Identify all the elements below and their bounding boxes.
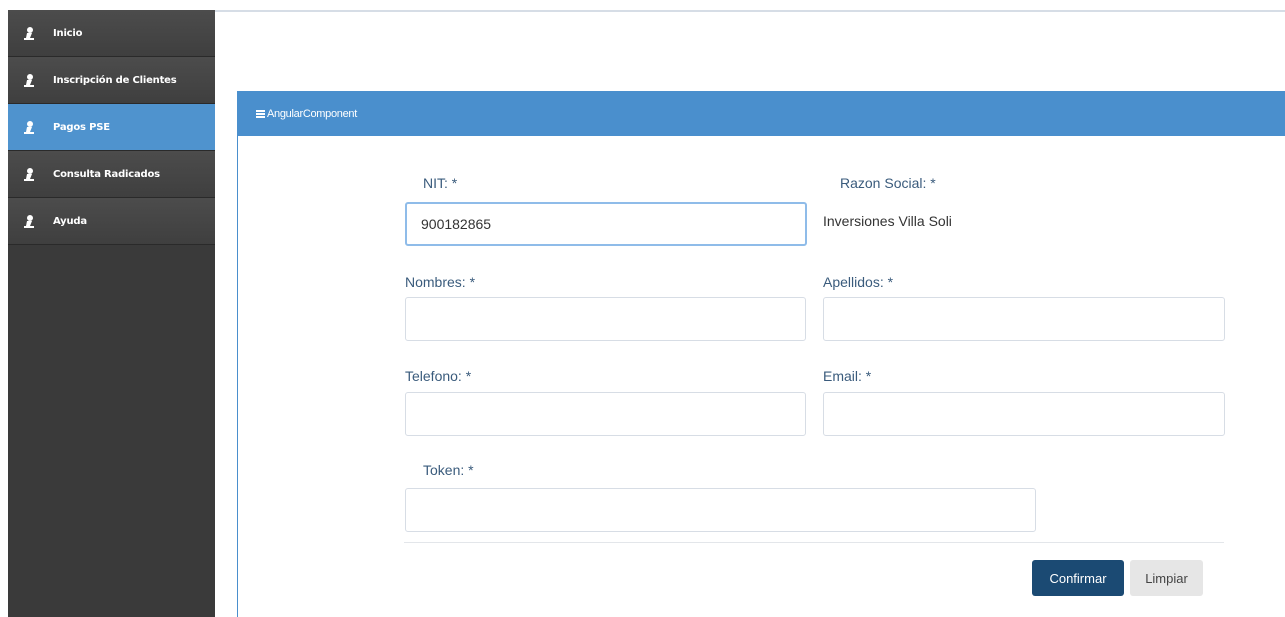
form-panel: AngularComponent NIT: * Razon Social: * … bbox=[237, 91, 1285, 617]
sidebar: Inicio Inscripción de Clientes Pagos PSE… bbox=[8, 10, 215, 617]
user-pin-icon bbox=[22, 166, 36, 182]
apellidos-input[interactable] bbox=[823, 297, 1225, 341]
email-input[interactable] bbox=[823, 392, 1225, 436]
sidebar-item-label: Ayuda bbox=[53, 215, 87, 227]
telefono-input[interactable] bbox=[405, 392, 806, 436]
nit-input[interactable] bbox=[405, 202, 807, 246]
user-pin-icon bbox=[22, 213, 36, 229]
sidebar-item-inicio[interactable]: Inicio bbox=[8, 10, 215, 57]
sidebar-item-pagos-pse[interactable]: Pagos PSE bbox=[8, 104, 215, 151]
sidebar-item-consulta-radicados[interactable]: Consulta Radicados bbox=[8, 151, 215, 198]
sidebar-item-label: Consulta Radicados bbox=[53, 168, 160, 180]
sidebar-item-inscripcion-clientes[interactable]: Inscripción de Clientes bbox=[8, 57, 215, 104]
nombres-label: Nombres: * bbox=[405, 274, 476, 290]
user-pin-icon bbox=[22, 119, 36, 135]
sidebar-item-label: Inscripción de Clientes bbox=[53, 74, 177, 86]
user-pin-icon bbox=[22, 25, 36, 41]
clear-button[interactable]: Limpiar bbox=[1130, 560, 1203, 596]
razon-social-value: Inversiones Villa Soli bbox=[823, 213, 952, 229]
menu-icon bbox=[256, 109, 265, 118]
sidebar-item-label: Pagos PSE bbox=[53, 121, 110, 133]
nit-label: NIT: * bbox=[423, 175, 458, 191]
top-border bbox=[215, 10, 1285, 12]
telefono-label: Telefono: * bbox=[405, 368, 472, 384]
apellidos-label: Apellidos: * bbox=[823, 274, 894, 290]
sidebar-item-label: Inicio bbox=[53, 27, 83, 39]
panel-header: AngularComponent bbox=[238, 91, 1285, 136]
nombres-input[interactable] bbox=[405, 297, 806, 341]
email-label: Email: * bbox=[823, 368, 872, 384]
sidebar-item-ayuda[interactable]: Ayuda bbox=[8, 198, 215, 245]
token-label: Token: * bbox=[423, 462, 474, 478]
token-input[interactable] bbox=[405, 488, 1036, 532]
razon-social-label: Razon Social: * bbox=[840, 175, 936, 191]
panel-title: AngularComponent bbox=[267, 107, 357, 120]
form-divider bbox=[404, 542, 1224, 543]
user-pin-icon bbox=[22, 72, 36, 88]
confirm-button[interactable]: Confirmar bbox=[1032, 560, 1124, 596]
